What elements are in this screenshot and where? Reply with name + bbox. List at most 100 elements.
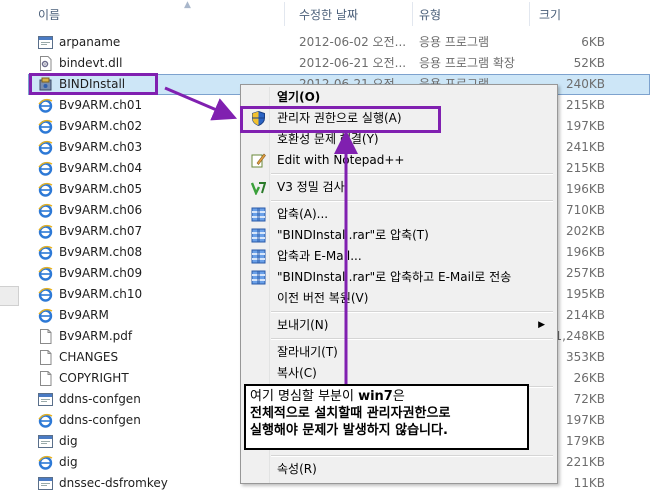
file-size: 215KB — [565, 98, 605, 112]
column-header-size[interactable]: 크기 — [539, 0, 561, 30]
menu-separator — [271, 338, 553, 340]
menu-item-label: 복사(C) — [277, 366, 317, 380]
v3-icon — [250, 180, 267, 196]
file-size: 257KB — [565, 266, 605, 280]
menu-item[interactable]: Edit with Notepad++ — [243, 150, 555, 171]
file-type: 응용 프로그램 — [419, 35, 490, 49]
column-header-name[interactable]: 이름 — [38, 0, 60, 30]
menu-item[interactable]: 속성(R) — [243, 459, 555, 480]
column-divider[interactable] — [529, 2, 530, 26]
file-size: 195KB — [565, 287, 605, 301]
file-name: ddns-confgen — [59, 392, 141, 406]
navigation-pane-edge — [0, 0, 28, 484]
ie-html-icon — [38, 308, 53, 323]
file-size: 197KB — [565, 119, 605, 133]
annotation-highlight-file — [29, 73, 158, 95]
blank-file-icon — [38, 350, 53, 365]
ie-html-icon — [38, 98, 53, 113]
file-name: Bv9ARM.ch02 — [59, 119, 143, 133]
application-icon — [38, 434, 53, 449]
menu-item-label: 이전 버전 복원(V) — [277, 291, 369, 305]
file-row[interactable]: bindevt.dll 2012-06-21 오전... 응용 프로그램 확장 52K… — [28, 53, 650, 74]
file-size: 241KB — [565, 140, 605, 154]
ie-html-icon — [38, 140, 53, 155]
menu-item[interactable]: 보내기(N) ▶ — [243, 315, 555, 336]
file-name: Bv9ARM.ch04 — [59, 161, 143, 175]
sort-ascending-icon: ▲ — [184, 0, 191, 10]
file-size: 196KB — [565, 245, 605, 259]
file-size: 1,248KB — [554, 329, 605, 343]
file-name: COPYRIGHT — [59, 371, 129, 385]
file-size: 202KB — [565, 224, 605, 238]
file-size: 52KB — [573, 56, 605, 70]
ie-html-icon — [38, 245, 53, 260]
menu-item-label: 열기(O) — [277, 90, 321, 104]
ie-html-icon — [38, 203, 53, 218]
column-header-type[interactable]: 유형 — [419, 0, 441, 30]
column-header-date[interactable]: 수정한 날짜 — [299, 0, 358, 30]
menu-item-label: "BINDInstall.rar"로 압축하고 E-Mail로 전송 — [277, 270, 512, 284]
application-icon — [38, 35, 53, 50]
file-name: Bv9ARM.ch08 — [59, 245, 143, 259]
file-name: Bv9ARM.ch10 — [59, 287, 143, 301]
callout-line-1: 여기 명심할 부분이 win7은 — [250, 389, 405, 404]
application-icon — [38, 392, 53, 407]
menu-item[interactable]: 복사(C) — [243, 363, 555, 384]
ie-html-icon — [38, 224, 53, 239]
menu-item[interactable]: "BINDInstall.rar"로 압축(T) — [243, 225, 555, 246]
file-name: Bv9ARM.ch06 — [59, 203, 143, 217]
blank-file-icon — [38, 371, 53, 386]
file-date: 2012-06-21 오전... — [299, 56, 407, 70]
menu-item-label: 속성(R) — [277, 462, 317, 476]
menu-item[interactable]: 열기(O) — [243, 87, 555, 108]
file-size: 215KB — [565, 161, 605, 175]
file-size: 6KB — [581, 35, 605, 49]
winrar-icon — [251, 207, 266, 222]
menu-item[interactable]: 압축과 E-Mail... — [243, 246, 555, 267]
menu-separator — [271, 455, 553, 457]
winrar-icon — [251, 249, 266, 264]
ie-html-icon — [38, 182, 53, 197]
column-divider[interactable] — [284, 2, 285, 26]
file-name: dig — [59, 434, 78, 448]
menu-item-label: V3 정밀 검사 — [277, 180, 345, 194]
file-size: 197KB — [565, 413, 605, 427]
file-name: Bv9ARM.pdf — [59, 329, 133, 343]
menu-item-label: Edit with Notepad++ — [277, 153, 405, 167]
file-size: 221KB — [565, 455, 605, 469]
notepad-plus-icon — [251, 153, 266, 168]
menu-item-label: "BINDInstall.rar"로 압축(T) — [277, 228, 429, 242]
file-name: CHANGES — [59, 350, 119, 364]
file-row[interactable]: arpaname 2012-06-02 오전... 응용 프로그램 6KB — [28, 32, 650, 53]
file-name: Bv9ARM.ch05 — [59, 182, 143, 196]
file-name: Bv9ARM.ch09 — [59, 266, 143, 280]
file-name: Bv9ARM — [59, 308, 109, 322]
menu-separator — [271, 173, 553, 175]
file-type: 응용 프로그램 확장 — [419, 56, 515, 70]
file-name: arpaname — [59, 35, 121, 49]
file-size: 179KB — [565, 434, 605, 448]
file-name: bindevt.dll — [59, 56, 123, 70]
menu-item-label: 잘라내기(T) — [277, 345, 338, 359]
menu-item[interactable]: 이전 버전 복원(V) — [243, 288, 555, 309]
menu-separator — [271, 200, 553, 202]
menu-item[interactable]: 잘라내기(T) — [243, 342, 555, 363]
ie-html-icon — [38, 413, 53, 428]
pane-scroll-button[interactable] — [0, 286, 19, 306]
menu-item[interactable]: "BINDInstall.rar"로 압축하고 E-Mail로 전송 — [243, 267, 555, 288]
ie-html-icon — [38, 266, 53, 281]
menu-item-label: 보내기(N) — [277, 318, 329, 332]
file-name: Bv9ARM.ch03 — [59, 140, 143, 154]
file-size: 710KB — [565, 203, 605, 217]
column-header-bar: 이름 ▲ 수정한 날짜 유형 크기 — [28, 0, 650, 30]
file-size: 240KB — [565, 77, 605, 91]
file-date: 2012-06-02 오전... — [299, 35, 407, 49]
ie-html-icon — [38, 287, 53, 302]
file-size: 214KB — [565, 308, 605, 322]
menu-item[interactable]: V3 정밀 검사 — [243, 177, 555, 198]
menu-item[interactable]: 압축(A)... — [243, 204, 555, 225]
winrar-icon — [251, 228, 266, 243]
annotation-callout: 여기 명심할 부분이 win7은 전체적으로 설치할때 관리자권한으로 실행해야… — [244, 384, 529, 450]
blank-file-icon — [38, 329, 53, 344]
column-divider[interactable] — [412, 2, 413, 26]
